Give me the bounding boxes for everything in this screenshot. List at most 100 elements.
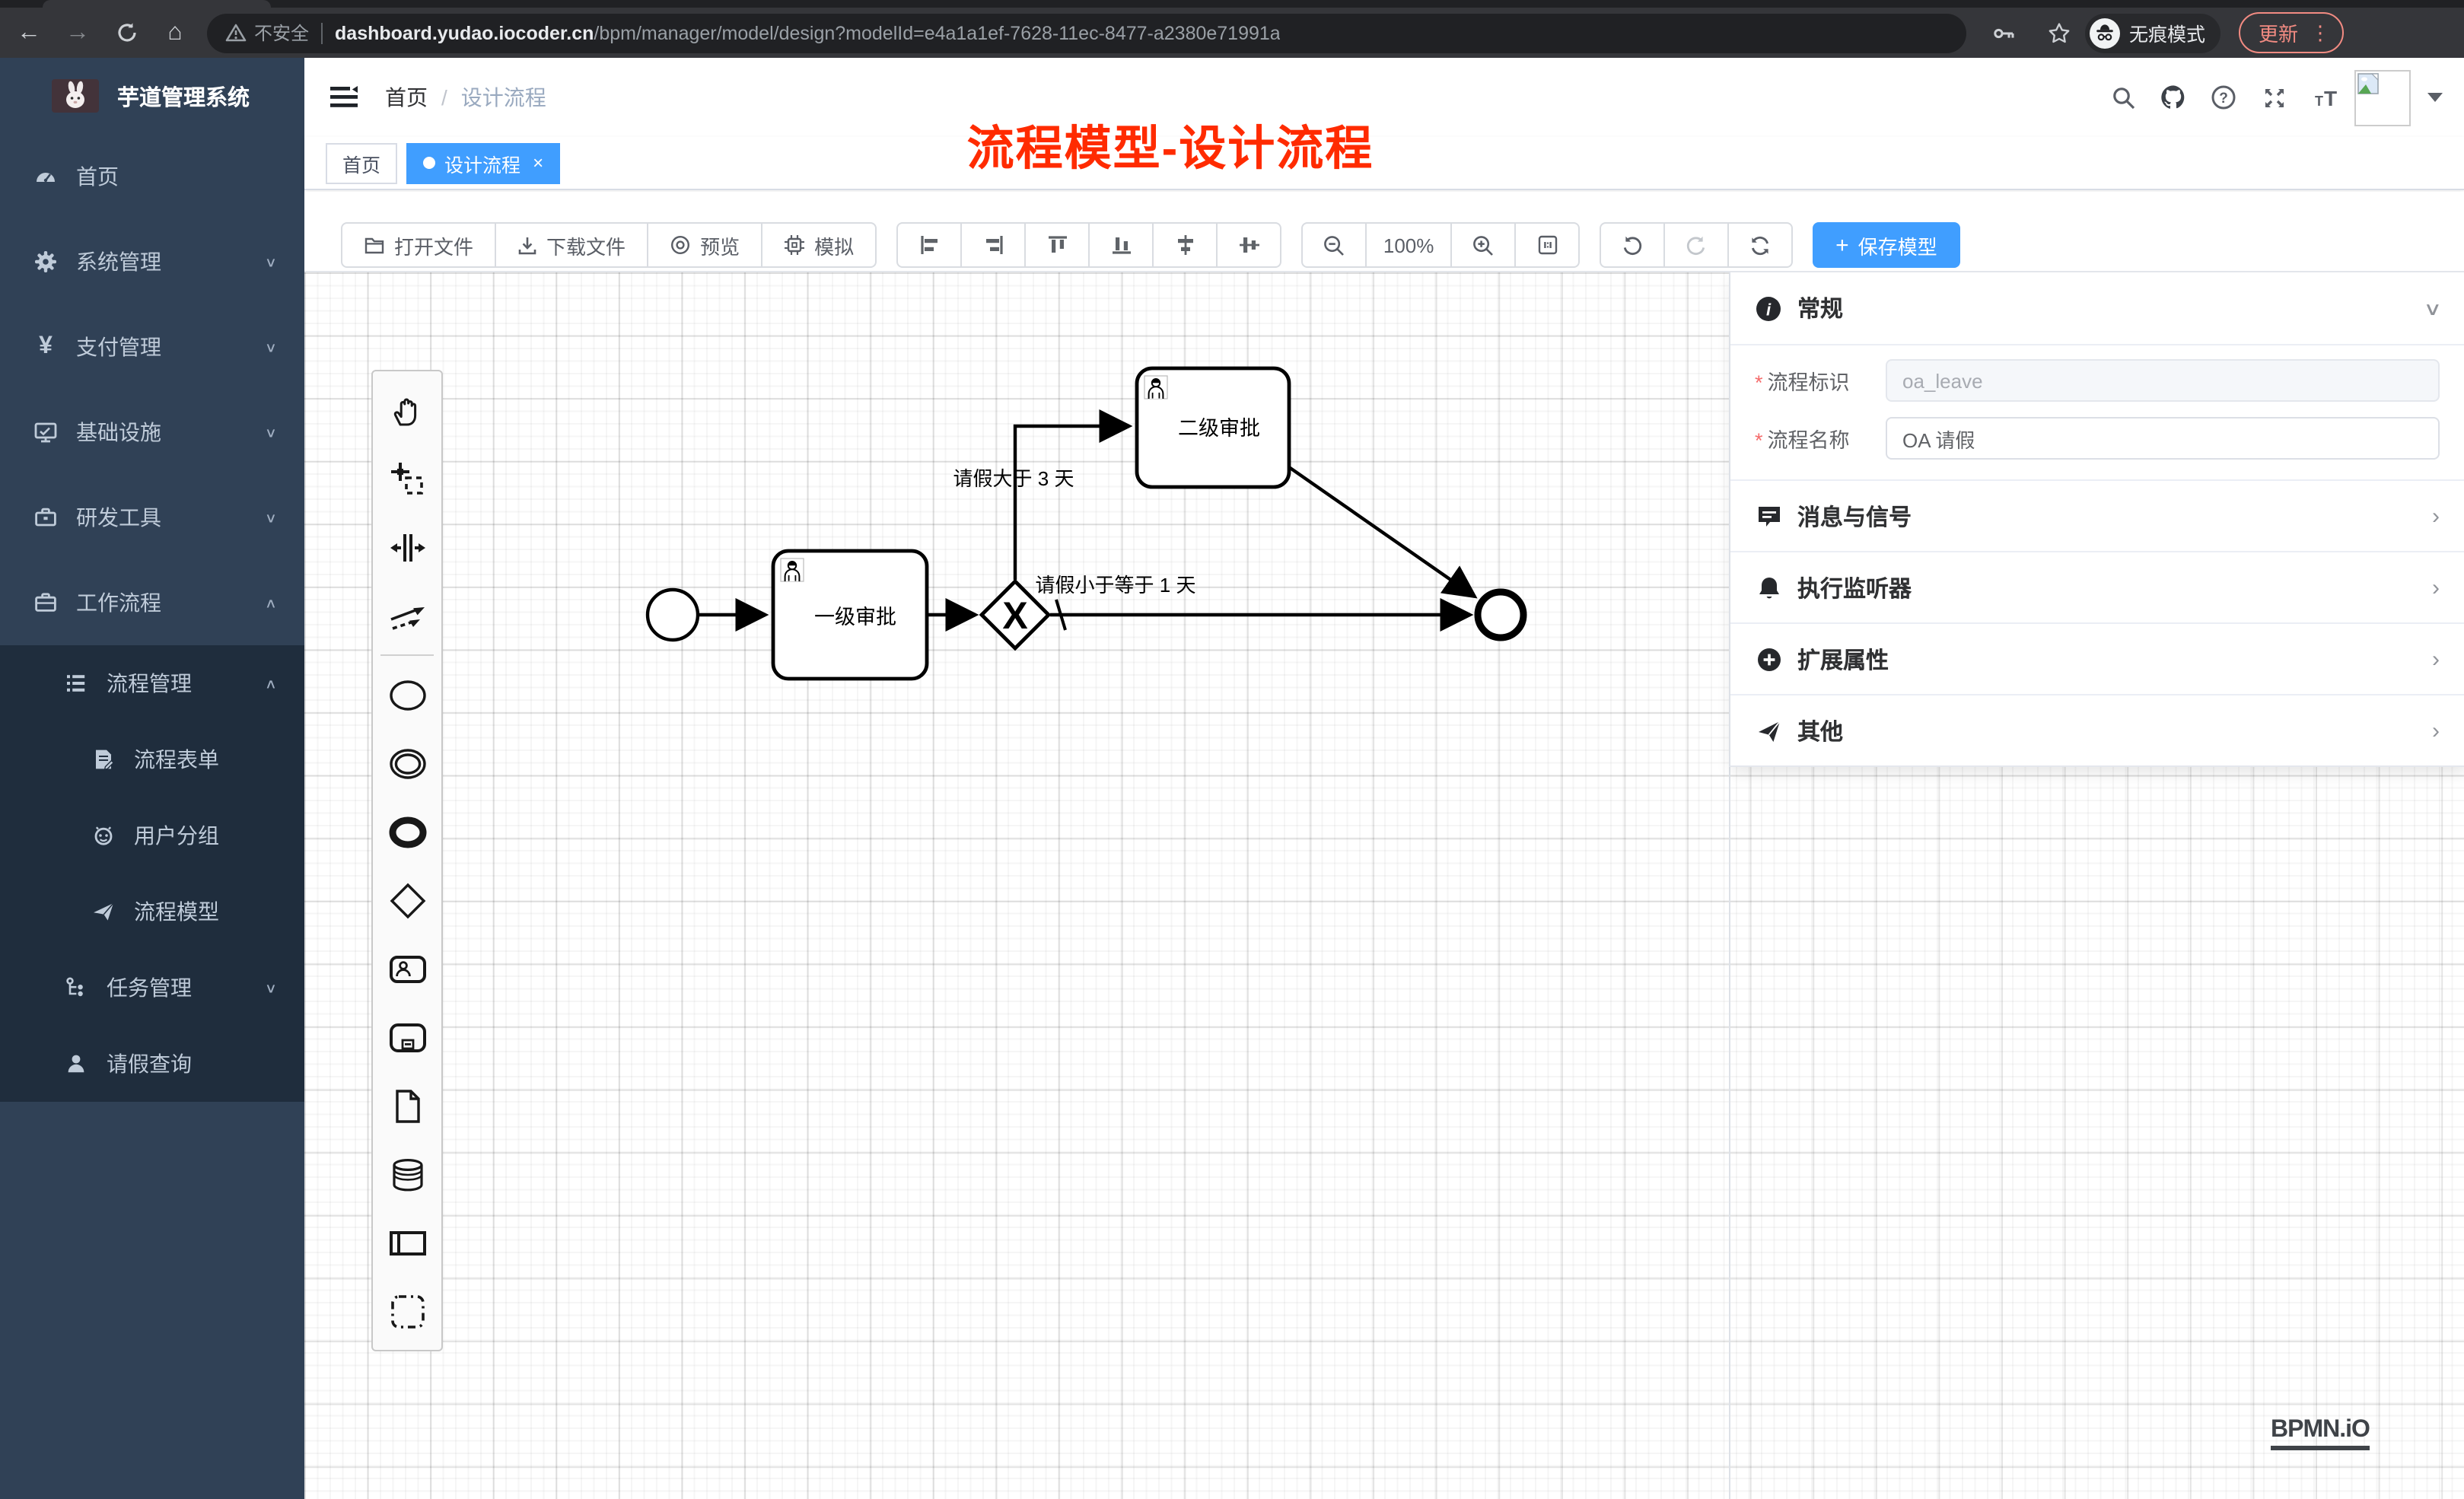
url-path: /bpm/manager/model/design?modelId=e4a1a1…	[594, 22, 1280, 43]
update-button[interactable]: 更新 ⋮	[2239, 12, 2344, 53]
sidebar-item-process-mgmt[interactable]: 流程管理 ∧	[0, 645, 304, 721]
sidebar-item-leave-query[interactable]: 请假查询	[0, 1026, 304, 1102]
address-bar[interactable]: 不安全 dashboard.yudao.iocoder.cn/bpm/manag…	[207, 13, 1966, 53]
section-general[interactable]: i 常规 ∨	[1730, 272, 2464, 344]
sidebar-item-process-model[interactable]: 流程模型	[0, 874, 304, 950]
create-intermediate-event[interactable]	[373, 729, 441, 797]
download-file-button[interactable]: 下载文件	[495, 222, 648, 268]
incognito-label: 无痕模式	[2129, 18, 2205, 47]
browser-active-tab[interactable]	[43, 0, 271, 8]
sidebar-item-label: 支付管理	[76, 332, 265, 362]
bpmn-io-watermark[interactable]: BPMN.iO	[2271, 1417, 2370, 1450]
bookmark-star-button[interactable]	[2039, 13, 2079, 53]
sidebar-item-task-mgmt[interactable]: 任务管理 ∨	[0, 950, 304, 1026]
process-key-input[interactable]	[1886, 359, 2440, 402]
sidebar-item-label: 系统管理	[76, 247, 265, 277]
bpmn-canvas[interactable]: 一级审批 X 二级审批	[304, 271, 2464, 1499]
tab-design-process[interactable]: 设计流程 ×	[406, 142, 560, 183]
avatar[interactable]	[2354, 69, 2411, 126]
url-host: dashboard.yudao.iocoder.cn	[335, 22, 594, 43]
edge-label-gt3[interactable]: 请假大于 3 天	[953, 467, 1074, 490]
simulate-button[interactable]: 模拟	[761, 222, 877, 268]
tab-home[interactable]: 首页	[326, 142, 397, 183]
font-size-button[interactable]: TT	[2304, 78, 2344, 117]
end-event[interactable]	[1478, 592, 1523, 638]
zoom-out-button[interactable]	[1301, 222, 1367, 268]
sidebar-item-devtools[interactable]: 研发工具 ∨	[0, 475, 304, 560]
sidebar-logo[interactable]: 芋道管理系统	[0, 58, 304, 134]
forward-button[interactable]: →	[58, 13, 97, 53]
avatar-dropdown-icon[interactable]	[2427, 93, 2443, 102]
start-event[interactable]	[648, 590, 698, 640]
create-subprocess[interactable]	[373, 1003, 441, 1071]
reload-button[interactable]	[107, 13, 146, 53]
save-model-button[interactable]: + 保存模型	[1813, 222, 1960, 268]
lasso-tool[interactable]	[373, 444, 441, 513]
home-button[interactable]: ⌂	[155, 13, 195, 53]
restart-button[interactable]	[1727, 222, 1793, 268]
zoom-in-button[interactable]	[1450, 222, 1516, 268]
section-execution-listener[interactable]: 执行监听器 ›	[1730, 551, 2464, 622]
space-tool[interactable]	[373, 513, 441, 581]
edge-label-le1[interactable]: 请假小于等于 1 天	[1036, 574, 1196, 597]
create-data-object[interactable]	[373, 1071, 441, 1140]
button-label: 打开文件	[394, 231, 473, 259]
align-left-button[interactable]	[896, 222, 962, 268]
create-group[interactable]	[373, 1277, 441, 1345]
open-file-button[interactable]: 打开文件	[341, 222, 496, 268]
process-name-input[interactable]	[1886, 417, 2440, 460]
breadcrumb-home[interactable]: 首页	[385, 82, 428, 113]
create-end-event[interactable]	[373, 797, 441, 866]
sidebar-item-user-group[interactable]: 用户分组	[0, 797, 304, 874]
github-icon	[2160, 84, 2187, 111]
sidebar-item-system[interactable]: 系统管理 ∨	[0, 219, 304, 304]
field-label: i*流程标识	[1755, 365, 1886, 396]
align-center-vertical-button[interactable]	[1216, 222, 1281, 268]
hand-tool[interactable]	[373, 376, 441, 444]
sidebar-item-label: 研发工具	[76, 502, 265, 533]
sidebar-item-label: 请假查询	[107, 1049, 277, 1079]
flow-task2-to-end[interactable]	[1289, 467, 1475, 597]
help-button[interactable]: ?	[2204, 78, 2243, 117]
sidebar-item-payment[interactable]: ¥ 支付管理 ∨	[0, 304, 304, 390]
create-start-event[interactable]	[373, 660, 441, 729]
search-button[interactable]	[2103, 78, 2143, 117]
chevron-right-icon: ›	[2432, 718, 2440, 743]
tab-close-icon[interactable]: ×	[533, 152, 543, 173]
sidebar-item-workflow[interactable]: 工作流程 ∧	[0, 560, 304, 645]
chevron-right-icon: ›	[2432, 646, 2440, 672]
preview-button[interactable]: 预览	[647, 222, 762, 268]
back-button[interactable]: ←	[9, 13, 49, 53]
align-center-horizontal-button[interactable]	[1152, 222, 1218, 268]
zoom-level[interactable]: 100%	[1365, 222, 1452, 268]
browser-menu-icon[interactable]: ⋮	[2310, 23, 2330, 43]
field-label: *流程名称	[1755, 423, 1886, 454]
fullscreen-button[interactable]	[2254, 78, 2294, 117]
redo-button[interactable]	[1663, 222, 1729, 268]
password-key-button[interactable]	[1985, 13, 2024, 53]
security-indicator[interactable]: 不安全	[225, 20, 309, 46]
align-bottom-button[interactable]	[1088, 222, 1154, 268]
undo-button[interactable]	[1600, 222, 1665, 268]
global-connect-tool[interactable]	[373, 581, 441, 650]
zoom-reset-button[interactable]	[1514, 222, 1580, 268]
section-message-signal[interactable]: 消息与信号 ›	[1730, 479, 2464, 551]
sidebar-item-process-form[interactable]: 流程表单	[0, 721, 304, 797]
sidebar-collapse-button[interactable]	[327, 81, 361, 114]
section-extended-attributes[interactable]: 扩展属性 ›	[1730, 622, 2464, 694]
align-right-button[interactable]	[960, 222, 1026, 268]
create-participant[interactable]	[373, 1208, 441, 1277]
flow-gateway-to-task2[interactable]	[1015, 426, 1129, 580]
create-gateway[interactable]	[373, 866, 441, 934]
create-user-task[interactable]	[373, 934, 441, 1003]
sidebar-item-home[interactable]: 首页	[0, 134, 304, 219]
section-other[interactable]: 其他 ›	[1730, 694, 2464, 765]
align-top-icon	[1046, 234, 1068, 256]
cpu-icon	[784, 234, 805, 256]
create-data-store[interactable]	[373, 1140, 441, 1208]
sidebar-item-infra[interactable]: 基础设施 ∨	[0, 390, 304, 475]
monitor-icon	[33, 420, 58, 444]
github-button[interactable]	[2154, 78, 2193, 117]
align-top-button[interactable]	[1024, 222, 1090, 268]
browser-actions: 无痕模式 更新 ⋮	[1975, 12, 2353, 53]
